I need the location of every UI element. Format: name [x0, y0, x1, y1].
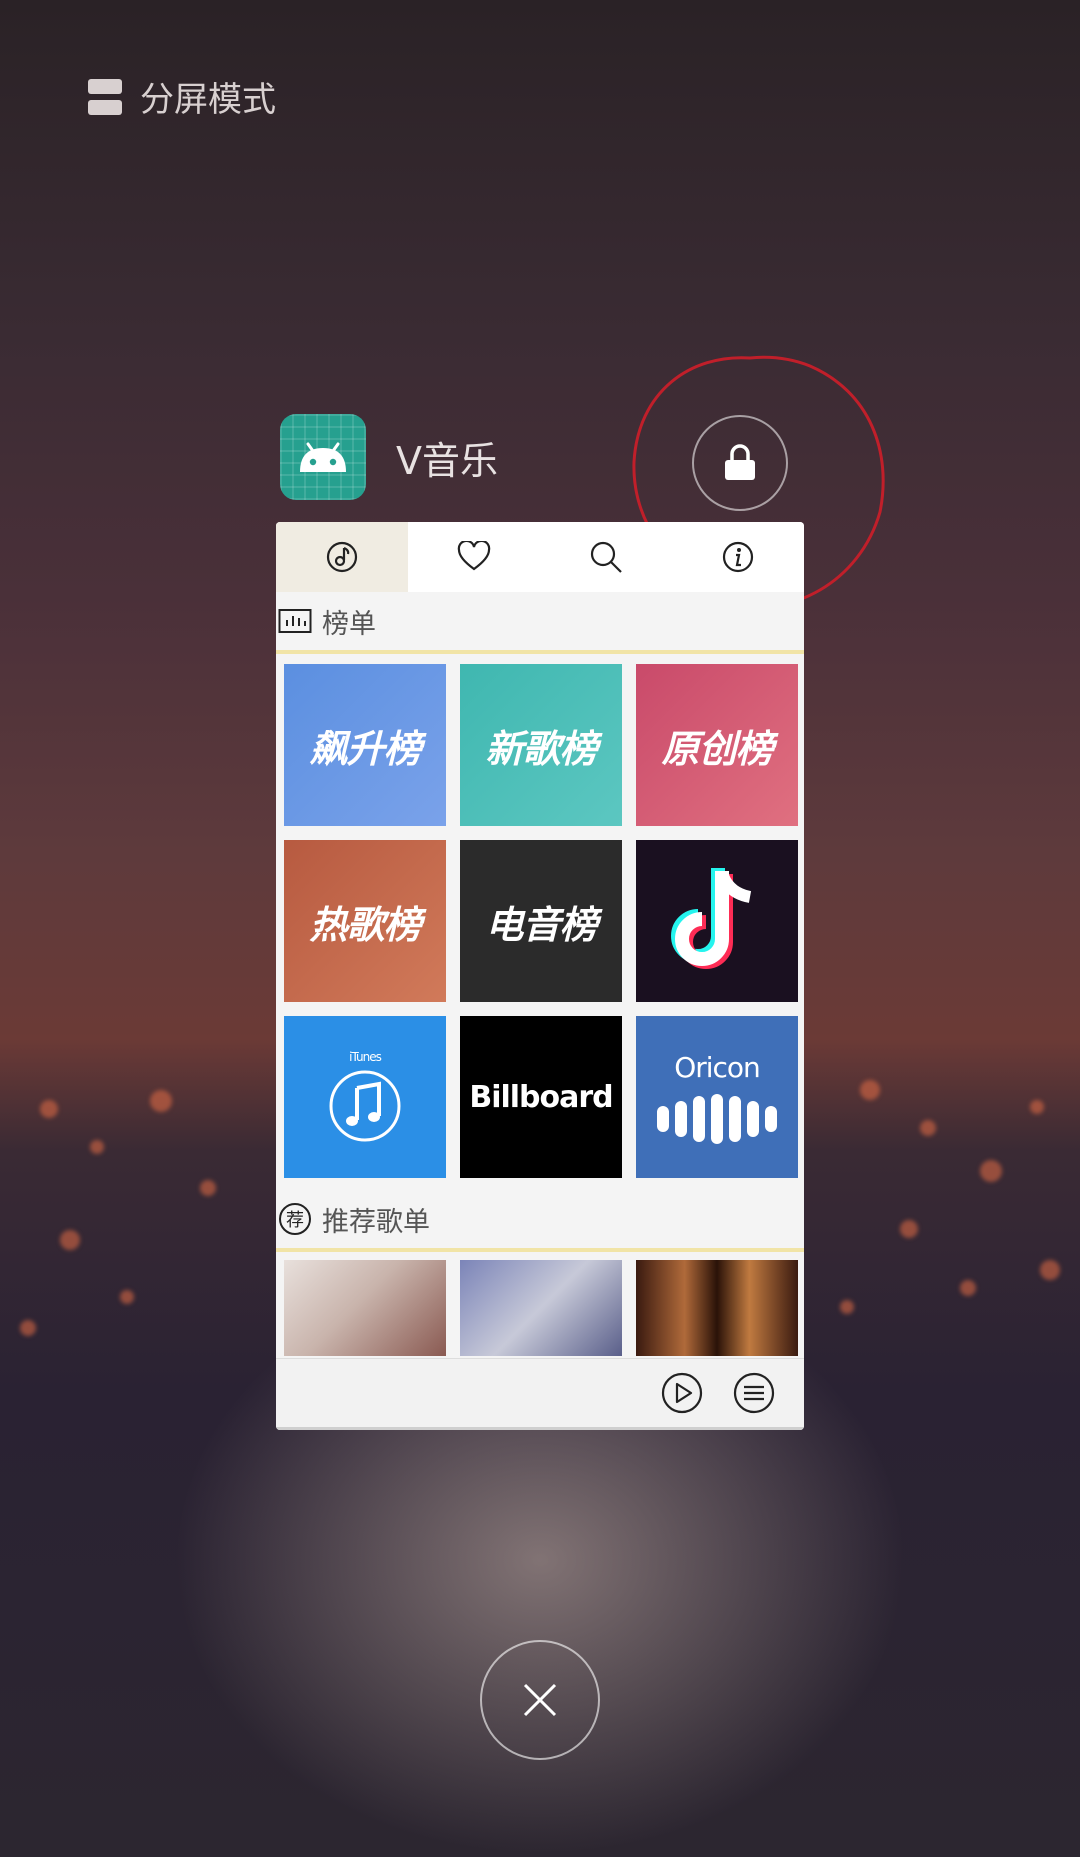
playlist-cover[interactable] — [284, 1260, 446, 1356]
chart-tile-hot-songs[interactable]: 热歌榜 — [284, 840, 446, 1002]
playlist-cover[interactable] — [636, 1260, 798, 1356]
oricon-bars-icon — [657, 1093, 777, 1144]
recommend-playlist-row — [276, 1252, 804, 1356]
charts-section-header: 榜单 — [276, 592, 804, 654]
chart-bars-icon — [278, 609, 312, 633]
charts-section-label: 榜单 — [322, 608, 376, 640]
playlist-cover[interactable] — [460, 1260, 622, 1356]
app-preview-card[interactable]: 榜单 飙升榜 新歌榜 原创榜 热歌榜 电音榜 iTunes Billboard … — [276, 522, 804, 1430]
close-button[interactable] — [480, 1640, 600, 1760]
recommend-section-label: 推荐歌单 — [322, 1206, 430, 1238]
app-header: V音乐 — [280, 414, 498, 500]
close-icon — [523, 1683, 557, 1717]
split-mode-button[interactable]: 分屏模式 — [88, 72, 276, 121]
tab-bar — [276, 522, 804, 592]
chart-tile-soaring[interactable]: 飙升榜 — [284, 664, 446, 826]
player-bottom-bar — [276, 1358, 804, 1430]
search-icon — [590, 541, 622, 573]
play-icon[interactable] — [660, 1371, 704, 1415]
heart-icon — [457, 541, 491, 571]
chart-tile-itunes[interactable]: iTunes — [284, 1016, 446, 1178]
info-icon — [722, 541, 754, 573]
chart-tile-billboard[interactable]: Billboard — [460, 1016, 622, 1178]
tiktok-logo-icon — [671, 868, 752, 969]
chart-tile-electronic[interactable]: 电音榜 — [460, 840, 622, 1002]
tab-info[interactable] — [672, 522, 804, 592]
android-icon[interactable] — [280, 414, 366, 500]
chart-tile-tiktok[interactable] — [636, 840, 798, 1002]
recommend-badge-icon: 荐 — [279, 1203, 311, 1235]
recommend-section-header: 荐 推荐歌单 — [276, 1190, 804, 1252]
menu-list-icon[interactable] — [732, 1371, 776, 1415]
chart-tile-new-songs[interactable]: 新歌榜 — [460, 664, 622, 826]
split-mode-label: 分屏模式 — [140, 80, 276, 120]
tab-favorites[interactable] — [408, 522, 540, 592]
tab-music[interactable] — [276, 522, 408, 592]
itunes-note-icon — [329, 1070, 401, 1142]
lock-icon — [725, 444, 755, 480]
chart-grid: 飙升榜 新歌榜 原创榜 热歌榜 电音榜 iTunes Billboard Ori… — [276, 654, 804, 1188]
lock-button[interactable] — [692, 415, 788, 511]
chart-tile-oricon[interactable]: Oricon — [636, 1016, 798, 1178]
music-note-icon — [326, 541, 358, 573]
svg-text:荐: 荐 — [286, 1210, 304, 1231]
app-name: V音乐 — [396, 438, 498, 483]
split-screen-icon — [88, 78, 122, 115]
chart-tile-original[interactable]: 原创榜 — [636, 664, 798, 826]
tab-search[interactable] — [540, 522, 672, 592]
